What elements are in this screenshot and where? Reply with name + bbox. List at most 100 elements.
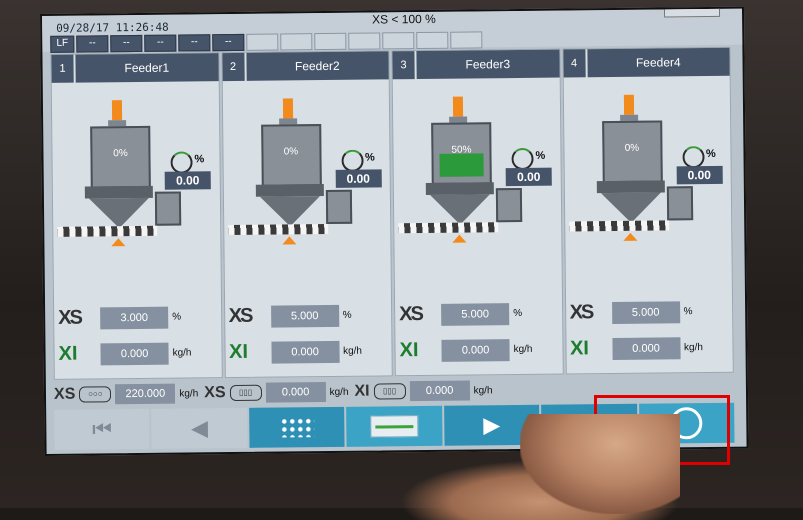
total-value[interactable]: 0.000 (265, 382, 325, 403)
indicator-empty (246, 34, 278, 51)
xi-value-field[interactable]: 0.000 (441, 339, 509, 362)
xi-value-field[interactable]: 0.000 (271, 340, 339, 363)
alarm-message: XS < 100 % (372, 12, 436, 27)
status-bar: 09/28/17 11:26:48 XS < 100 % LF -- -- --… (42, 9, 742, 52)
hopper-fill-pct: 0% (604, 143, 660, 155)
ratio-value: 0.00 (335, 169, 381, 187)
hopper-fill-pct: 0% (263, 146, 319, 158)
feeder-body (426, 182, 494, 195)
play-icon: ▶ (483, 412, 500, 438)
ratio-icon (170, 151, 192, 173)
total-group: XS ○○○ 220.000 kg/h (54, 383, 198, 405)
total-value[interactable]: 220.000 (115, 384, 175, 405)
skip-back-button[interactable]: ⏮ (54, 409, 150, 450)
indicator-empty (416, 32, 448, 49)
feeder-panel: 4 Feeder4 0% % 0.00 XS 5.000 % (562, 47, 734, 375)
xs-setpoint-field[interactable]: 5.000 (612, 301, 680, 324)
indicator-empty (348, 32, 380, 49)
alarm-indicator (664, 7, 720, 18)
xi-unit: kg/h (343, 346, 362, 357)
indicator-empty (314, 33, 346, 50)
xi-unit: kg/h (513, 344, 532, 355)
outlet-icon (623, 233, 637, 241)
outlet-icon (282, 236, 296, 244)
xs-setpoint-field[interactable]: 3.000 (100, 306, 168, 329)
outlet-icon (452, 235, 466, 243)
total-value[interactable]: 0.000 (409, 381, 469, 402)
xs-row: XS 5.000 % (399, 302, 522, 326)
xi-value-field[interactable]: 0.000 (100, 342, 168, 365)
feeder-cone (89, 198, 149, 229)
feeder-panel: 1 Feeder1 0% % 0.00 XS 3.000 % (50, 52, 222, 380)
indicator[interactable]: -- (144, 35, 176, 52)
trend-view-button[interactable] (346, 406, 442, 447)
xs-row: XS 3.000 % (58, 306, 181, 330)
feeder-number: 1 (51, 55, 73, 83)
indicator-empty (450, 31, 482, 48)
feeder-header: 4 Feeder4 (563, 48, 730, 78)
xs-unit: % (343, 310, 352, 321)
xs-label: XS (58, 306, 96, 329)
xi-row: XI 0.000 kg/h (399, 338, 532, 362)
feeder-header: 1 Feeder1 (51, 53, 218, 83)
xs-unit: % (513, 308, 522, 319)
feeders-group-icon: ▯▯▯ (229, 385, 261, 401)
feeder-name[interactable]: Feeder1 (75, 53, 218, 82)
feeder-cone (430, 194, 490, 225)
prev-icon: ◀ (191, 415, 208, 441)
xi-row: XI 0.000 kg/h (570, 336, 703, 360)
feeder-graphic[interactable]: 0% % 0.00 (70, 99, 192, 250)
gearbox (496, 188, 522, 222)
feeder-number: 2 (222, 53, 244, 81)
prev-button[interactable]: ◀ (152, 408, 248, 449)
grid-view-button[interactable] (249, 407, 345, 448)
feeders-total-icon: ○○○ (79, 386, 111, 402)
feeder-graphic[interactable]: 50% % 0.00 (411, 96, 533, 247)
xi-label: XI (58, 342, 96, 365)
total-group: XI ▯▯▯ 0.000 kg/h (354, 380, 492, 401)
xi-label: XI (570, 337, 608, 360)
gearbox (155, 192, 181, 226)
gearbox (325, 190, 351, 224)
feeder-name[interactable]: Feeder4 (587, 48, 730, 77)
indicator[interactable]: -- (110, 35, 142, 52)
indicator-empty (382, 32, 414, 49)
indicator[interactable]: -- (178, 34, 210, 51)
indicator-lf[interactable]: LF (50, 36, 74, 53)
xs-setpoint-field[interactable]: 5.000 (271, 304, 339, 327)
screw-conveyor (569, 220, 669, 231)
feeder-body (596, 180, 664, 193)
xs-unit: % (684, 306, 693, 317)
hopper-fill (439, 153, 483, 176)
feeder-cone (600, 193, 660, 224)
feeder-header: 2 Feeder2 (222, 51, 389, 81)
total-label: XI (354, 383, 369, 401)
ratio-icon (682, 146, 704, 168)
xs-label: XS (570, 301, 608, 324)
feeder-number: 4 (563, 49, 585, 77)
feeder-graphic[interactable]: 0% % 0.00 (581, 94, 703, 245)
xi-label: XI (229, 341, 267, 364)
ratio-unit: % (535, 150, 545, 162)
feeder-cone (259, 196, 319, 227)
total-label: XS (54, 386, 76, 404)
screw-conveyor (398, 222, 498, 233)
indicator[interactable]: -- (76, 35, 108, 52)
feeder-graphic[interactable]: 0% % 0.00 (240, 98, 362, 249)
feeder-name[interactable]: Feeder2 (246, 51, 389, 80)
xi-row: XI 0.000 kg/h (229, 340, 362, 364)
xi-value-field[interactable]: 0.000 (612, 337, 680, 360)
xs-unit: % (172, 312, 181, 323)
grid-icon (280, 417, 314, 437)
indicator-empty (280, 33, 312, 50)
screw-conveyor (228, 224, 328, 235)
hmi-screen: 09/28/17 11:26:48 XS < 100 % LF -- -- --… (40, 7, 749, 456)
xs-label: XS (229, 305, 267, 328)
xs-setpoint-field[interactable]: 5.000 (441, 303, 509, 326)
feeder-panel: 2 Feeder2 0% % 0.00 XS 5.000 % (221, 50, 393, 378)
indicator[interactable]: -- (212, 34, 244, 51)
feeder-panels: 1 Feeder1 0% % 0.00 XS 3.000 % (50, 47, 733, 380)
ratio-value: 0.00 (676, 166, 722, 184)
feeder-name[interactable]: Feeder3 (416, 50, 559, 79)
total-unit: kg/h (179, 388, 198, 399)
